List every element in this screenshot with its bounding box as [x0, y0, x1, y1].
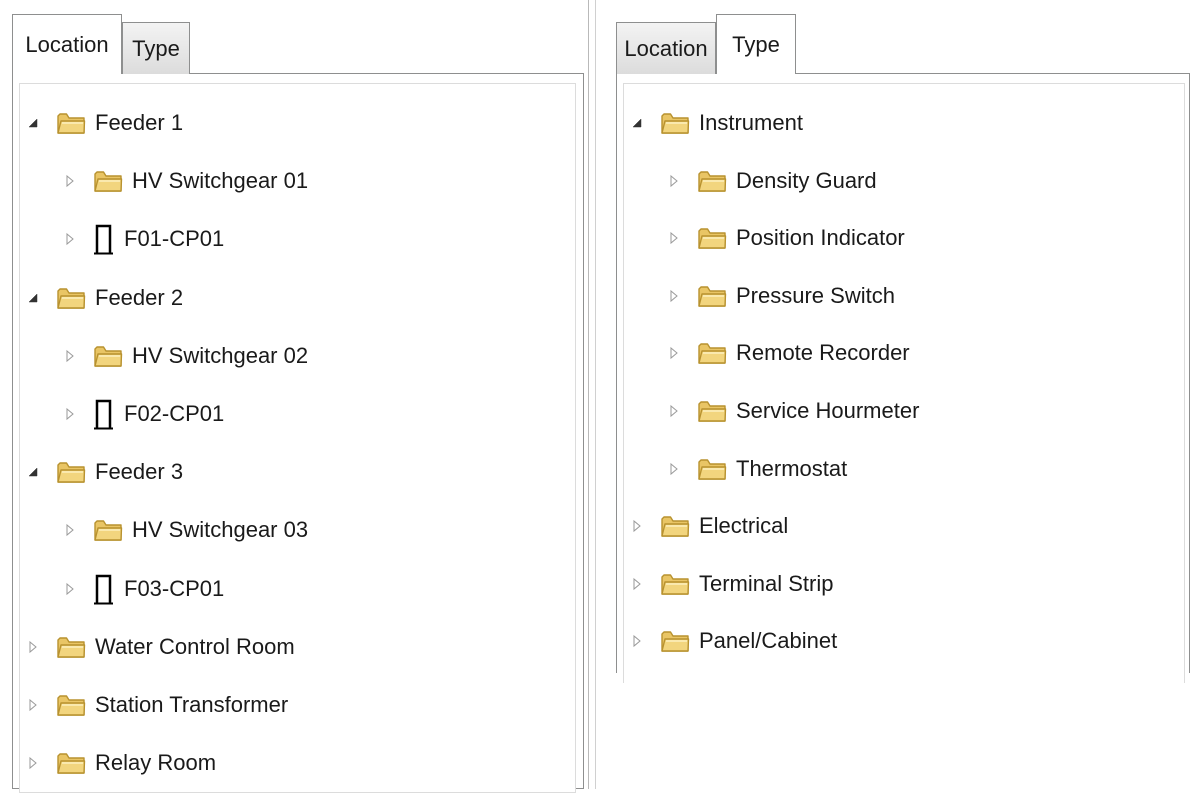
tab-panel: Instrument Density Guard Position Indicato…: [616, 73, 1190, 683]
expand-arrow-icon[interactable]: [63, 349, 77, 363]
tree-node-f01-cp01[interactable]: F01-CP01: [63, 219, 224, 259]
tree-node-f02-cp01[interactable]: F02-CP01: [63, 394, 224, 434]
tree-node-remote-recorder[interactable]: Remote Recorder: [667, 333, 910, 373]
folder-icon: [697, 283, 727, 309]
tree-node-hv-switchgear-03[interactable]: HV Switchgear 03: [63, 510, 308, 550]
tree-node-label: Instrument: [699, 110, 803, 135]
folder-icon: [93, 343, 123, 369]
tree-node-electrical[interactable]: Electrical: [630, 506, 788, 546]
folder-icon: [56, 634, 86, 660]
folder-icon: [56, 692, 86, 718]
folder-icon: [660, 571, 690, 597]
tree-node-label: Remote Recorder: [736, 340, 910, 366]
tree-node-f03-cp01[interactable]: F03-CP01: [63, 569, 224, 609]
tree-node-water-control-room[interactable]: Water Control Room: [26, 627, 295, 667]
tree-node-label: Panel/Cabinet: [699, 628, 838, 654]
expand-arrow-icon[interactable]: [667, 289, 681, 303]
tree-node-label: Feeder 1: [95, 110, 184, 135]
tree-node-label: Feeder 3: [95, 459, 184, 485]
tree-node-label: Feeder 2: [95, 284, 184, 310]
expand-arrow-icon[interactable]: [630, 634, 644, 648]
folder-icon: [56, 110, 86, 136]
tree-node-label: Position Indicator: [736, 225, 905, 251]
tree-node-label: F03-CP01: [124, 575, 225, 601]
tree-node-label: Service Hourmeter: [736, 398, 920, 423]
tree-node-terminal-strip[interactable]: Terminal Strip: [630, 564, 833, 604]
collapse-arrow-icon[interactable]: [26, 291, 40, 305]
expand-arrow-icon[interactable]: [63, 232, 77, 246]
expand-arrow-icon[interactable]: [667, 462, 681, 476]
tree-node-label: Station Transformer: [95, 692, 289, 717]
collapse-arrow-icon[interactable]: [26, 465, 40, 479]
folder-icon: [56, 459, 86, 485]
expand-arrow-icon[interactable]: [667, 231, 681, 245]
expand-arrow-icon[interactable]: [26, 640, 40, 654]
tree-node-label: Relay Room: [95, 750, 217, 776]
tree-node-feeder-3[interactable]: Feeder 3: [26, 452, 183, 492]
collapse-arrow-icon[interactable]: [630, 116, 644, 130]
expand-arrow-icon[interactable]: [26, 756, 40, 770]
panel-icon: [93, 223, 115, 255]
tab-type[interactable]: Type: [122, 22, 190, 74]
tree-node-label: Density Guard: [736, 167, 877, 193]
tree-node-label: HV Switchgear 03: [132, 517, 309, 543]
tab-panel: Feeder 1 HV Switchgear 01 F01-CP01 Feeder 2…: [12, 73, 584, 793]
tree-node-feeder-2[interactable]: Feeder 2: [26, 278, 183, 318]
tree-node-relay-room[interactable]: Relay Room: [26, 743, 216, 783]
folder-icon: [697, 225, 727, 251]
tab-location[interactable]: Location: [12, 14, 122, 74]
folder-icon: [93, 517, 123, 543]
expand-arrow-icon[interactable]: [26, 698, 40, 712]
expand-arrow-icon[interactable]: [63, 407, 77, 421]
tree-node-label: Pressure Switch: [736, 282, 895, 308]
pane-splitter[interactable]: [588, 0, 596, 789]
folder-icon: [697, 456, 727, 482]
tree-node-label: F01-CP01: [124, 226, 225, 252]
expand-arrow-icon[interactable]: [667, 174, 681, 188]
tree-node-label: HV Switchgear 01: [132, 168, 309, 194]
tree-node-label: Electrical: [699, 513, 789, 539]
folder-icon: [697, 340, 727, 366]
expand-arrow-icon[interactable]: [630, 519, 644, 533]
expand-arrow-icon[interactable]: [63, 174, 77, 188]
tree-node-label: Thermostat: [736, 455, 848, 481]
folder-icon: [697, 168, 727, 194]
tab-type[interactable]: Type: [716, 14, 796, 74]
type-tree[interactable]: Instrument Density Guard Position Indicato…: [623, 83, 1185, 683]
folder-icon: [93, 168, 123, 194]
folder-icon: [56, 750, 86, 776]
tree-node-thermostat[interactable]: Thermostat: [667, 449, 847, 489]
tree-node-hv-switchgear-02[interactable]: HV Switchgear 02: [63, 336, 308, 376]
location-pane: Location Type Feeder 1 HV Switchgear 01 F0…: [0, 0, 588, 793]
panel-icon: [93, 573, 115, 605]
type-pane: Location Type Instrument Density Guard Pos…: [596, 0, 1190, 789]
folder-icon: [697, 398, 727, 424]
tree-node-label: Water Control Room: [95, 633, 295, 659]
folder-icon: [660, 110, 690, 136]
panel-icon: [93, 398, 115, 430]
folder-icon: [660, 628, 690, 654]
tree-node-service-hourmeter[interactable]: Service Hourmeter: [667, 391, 919, 431]
expand-arrow-icon[interactable]: [667, 346, 681, 360]
tree-node-label: HV Switchgear 02: [132, 342, 309, 368]
expand-arrow-icon[interactable]: [630, 577, 644, 591]
expand-arrow-icon[interactable]: [63, 582, 77, 596]
location-tree[interactable]: Feeder 1 HV Switchgear 01 F01-CP01 Feeder 2…: [19, 83, 576, 793]
tree-node-label: F02-CP01: [124, 401, 225, 426]
collapse-arrow-icon[interactable]: [26, 116, 40, 130]
tree-node-hv-switchgear-01[interactable]: HV Switchgear 01: [63, 161, 308, 201]
folder-icon: [56, 285, 86, 311]
tree-node-panel-cabinet[interactable]: Panel/Cabinet: [630, 621, 837, 661]
tree-node-station-transformer[interactable]: Station Transformer: [26, 685, 288, 725]
tree-node-density-guard[interactable]: Density Guard: [667, 161, 877, 201]
tree-node-pressure-switch[interactable]: Pressure Switch: [667, 276, 895, 316]
tree-node-feeder-1[interactable]: Feeder 1: [26, 103, 183, 143]
tree-node-instrument[interactable]: Instrument: [630, 103, 803, 143]
tree-node-position-indicator[interactable]: Position Indicator: [667, 218, 905, 258]
tab-location[interactable]: Location: [616, 22, 716, 74]
tree-node-label: Terminal Strip: [699, 570, 834, 596]
expand-arrow-icon[interactable]: [63, 523, 77, 537]
expand-arrow-icon[interactable]: [667, 404, 681, 418]
folder-icon: [660, 513, 690, 539]
